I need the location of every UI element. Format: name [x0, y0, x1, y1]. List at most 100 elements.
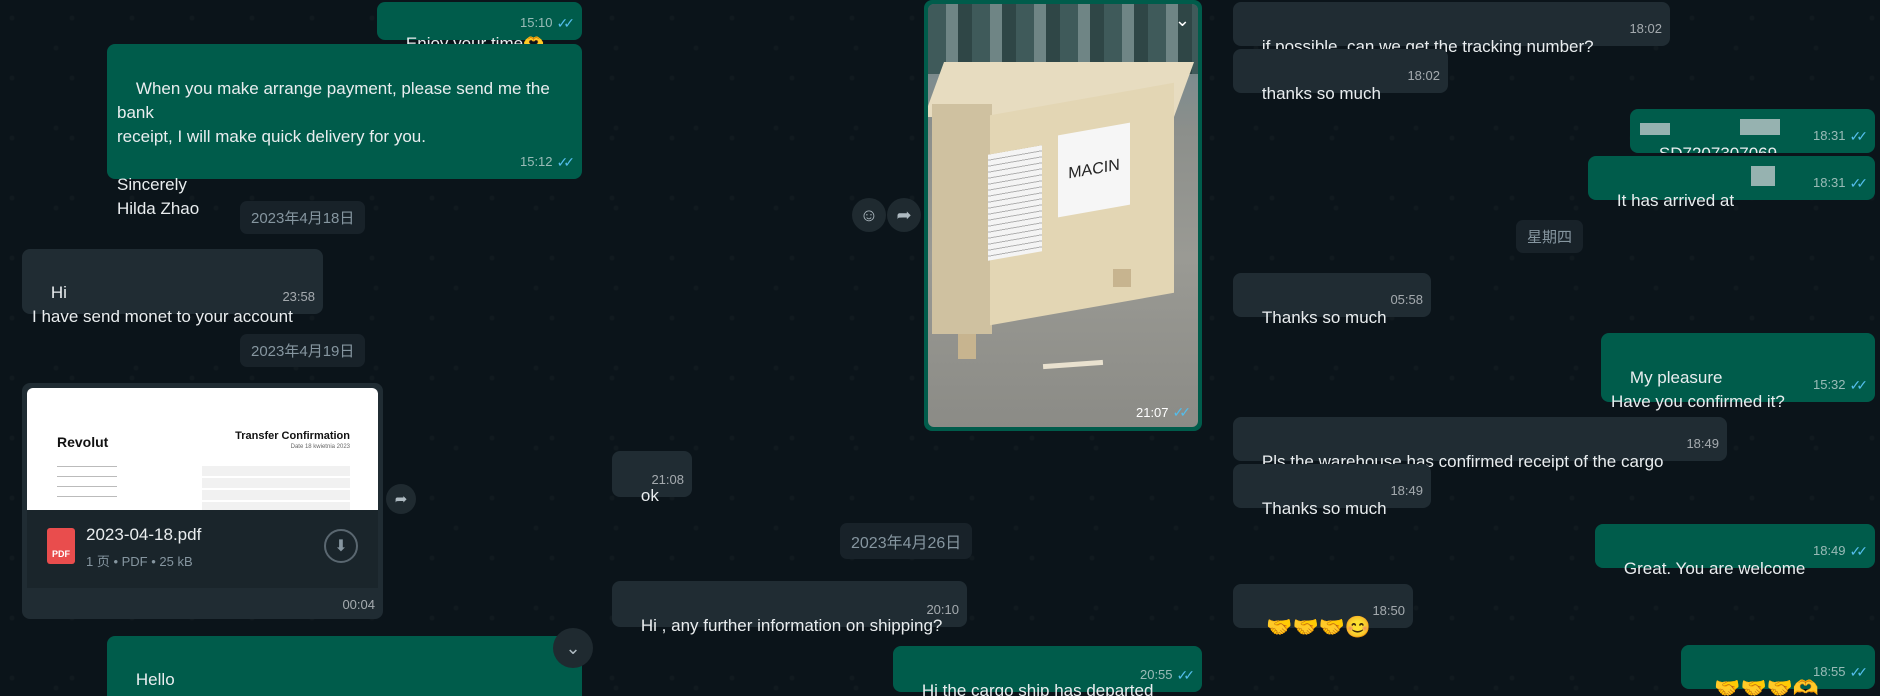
message-text: 🤝🤝🤝🫶: [1714, 677, 1819, 696]
double-check-icon: ✓✓: [556, 15, 576, 31]
message-time: 20:10: [926, 602, 959, 617]
date-separator: 2023年4月19日: [240, 334, 366, 367]
document-details: 1 页 • PDF • 25 kB: [86, 554, 193, 569]
message-time: 18:49: [1390, 483, 1423, 498]
crate-foot: [1113, 269, 1131, 287]
scroll-down-button[interactable]: ⌄: [553, 628, 593, 668]
message-text: Thanks so much: [1261, 499, 1387, 518]
message-arrived[interactable]: It has arrived at 18:31 ✓✓: [1588, 156, 1875, 210]
crate-foot: [958, 334, 976, 359]
message-meta: 18:55 ✓✓: [1813, 660, 1869, 684]
date-separator: 星期四: [1516, 220, 1584, 253]
message-time: 21:07: [1135, 405, 1169, 420]
message-time: 18:50: [1372, 603, 1405, 618]
image-message[interactable]: MACIN ⌄ 21:07 ✓✓: [924, 0, 1202, 431]
message-time: 18:49: [1812, 543, 1846, 558]
date-separator: 2023年4月18日: [240, 201, 366, 234]
message-text: When you make arrange payment, please se…: [117, 79, 550, 218]
chat-panel-3: if possible, can we get the tracking num…: [1215, 0, 1880, 696]
message-meta: 15:32 ✓✓: [1813, 373, 1869, 397]
message-text: It has arrived at: [1616, 191, 1735, 210]
emoji-icon[interactable]: ☺: [852, 198, 886, 232]
message-meta: 18:49: [1686, 432, 1719, 456]
document-info: PDF 2023-04-18.pdf 1 页 • PDF • 25 kB ⬇: [27, 510, 378, 588]
message-thanks-1[interactable]: thanks so much 18:02: [1233, 49, 1448, 103]
message-tracking[interactable]: if possible, can we get the tracking num…: [1233, 2, 1670, 56]
message-time: 00:04: [342, 597, 375, 612]
message-welcome[interactable]: Great. You are welcome 18:49 ✓✓: [1595, 524, 1875, 578]
forward-icon[interactable]: ➦: [386, 484, 416, 514]
message-meta: 05:58: [1390, 288, 1423, 312]
message-time: 18:31: [1812, 128, 1846, 143]
document-time: 00:04: [342, 597, 375, 612]
photo-crate[interactable]: MACIN ⌄ 21:07 ✓✓: [928, 4, 1198, 427]
message-text: 🤝🤝🤝😊: [1266, 616, 1371, 639]
crate-document: [988, 145, 1042, 261]
message-text: thanks so much: [1261, 84, 1381, 103]
message-hi[interactable]: Hi I have send monet to your account 23:…: [22, 249, 323, 326]
document-message[interactable]: Revolut Transfer Confirmation Date 18 kw…: [22, 383, 383, 619]
message-thanks-2[interactable]: Thanks so much 05:58: [1233, 273, 1431, 327]
message-emoji-out[interactable]: 🤝🤝🤝🫶 18:55 ✓✓: [1681, 645, 1875, 696]
chevron-down-icon: ⌄: [565, 637, 581, 658]
double-check-icon: ✓✓: [1849, 377, 1869, 393]
message-meta: 20:55 ✓✓: [1139, 663, 1196, 687]
message-thanks-3[interactable]: Thanks so much 18:49: [1233, 464, 1431, 518]
message-text: Great. You are welcome: [1623, 559, 1806, 578]
message-shipping[interactable]: Hi , any further information on shipping…: [612, 581, 967, 635]
message-meta: 23:58: [282, 285, 315, 309]
message-warehouse[interactable]: Pls the warehouse has confirmed receipt …: [1233, 417, 1727, 471]
message-text: Thanks so much: [1261, 308, 1387, 327]
message-departed[interactable]: Hi the cargo ship has departed 20:55 ✓✓: [893, 646, 1202, 696]
crate-label: MACIN: [1058, 122, 1130, 218]
document-table: [202, 466, 350, 510]
message-code[interactable]: SD7207307069 18:31 ✓✓: [1630, 109, 1875, 153]
double-check-icon: ✓✓: [1849, 664, 1869, 680]
message-pleasure[interactable]: My pleasure Have you confirmed it? 15:32…: [1601, 333, 1875, 411]
chat-panel-2: ☺ ➦ MACIN ⌄ 21:07 ✓✓ ok 21:08 2023年4月26日…: [600, 0, 1215, 696]
message-text: Hello Thank you.: [117, 670, 201, 696]
message-text: Hi I have send monet to your account: [32, 283, 293, 326]
message-ok[interactable]: ok 21:08: [612, 451, 692, 505]
redaction-mark: [1640, 123, 1670, 135]
document-filename: 2023-04-18.pdf: [86, 525, 202, 544]
document-preview[interactable]: Revolut Transfer Confirmation Date 18 kw…: [27, 388, 378, 510]
message-payment[interactable]: When you make arrange payment, please se…: [107, 44, 582, 218]
message-time: 15:12: [519, 154, 553, 169]
date-separator: 2023年4月26日: [840, 523, 973, 559]
document-title: Transfer Confirmation: [235, 430, 350, 442]
message-hello[interactable]: Hello Thank you.: [107, 636, 582, 696]
message-meta: 15:12 ✓✓: [519, 150, 575, 174]
download-icon[interactable]: ⬇: [324, 529, 358, 563]
message-text: My pleasure Have you confirmed it?: [1611, 368, 1785, 411]
forward-icon[interactable]: ➦: [887, 198, 921, 232]
message-meta: 15:10 ✓✓: [520, 11, 576, 35]
double-check-icon: ✓✓: [1849, 128, 1869, 144]
message-enjoy[interactable]: Enjoy your time🫶 15:10 ✓✓: [377, 2, 582, 53]
document-subtitle: Date 18 kwietnia 2023: [290, 444, 350, 450]
message-text: Hi the cargo ship has departed: [921, 681, 1154, 696]
message-time: 20:55: [1139, 667, 1173, 682]
message-emoji-in[interactable]: 🤝🤝🤝😊 18:50: [1233, 584, 1413, 639]
message-time: 18:02: [1407, 68, 1440, 83]
double-check-icon: ✓✓: [1172, 404, 1192, 420]
double-check-icon: ✓✓: [1176, 667, 1196, 683]
message-meta: 21:08: [651, 468, 684, 492]
message-time: 18:49: [1686, 436, 1719, 451]
document-lines: [57, 460, 117, 506]
message-text: SD7207307069: [1659, 144, 1777, 153]
chat-panel-1: Enjoy your time🫶 15:10 ✓✓ When you make …: [0, 0, 600, 696]
photo-meta: 21:07 ✓✓: [1135, 404, 1192, 421]
message-meta: 18:49: [1390, 479, 1423, 503]
message-text: Hi , any further information on shipping…: [640, 616, 943, 635]
message-time: 18:02: [1629, 21, 1662, 36]
message-time: 21:08: [651, 472, 684, 487]
message-time: 05:58: [1390, 292, 1423, 307]
message-time: 18:31: [1812, 175, 1846, 190]
document-brand: Revolut: [57, 434, 109, 450]
chevron-down-icon[interactable]: ⌄: [1175, 10, 1190, 31]
pdf-badge: PDF: [52, 549, 70, 559]
redaction-mark: [1751, 166, 1775, 186]
double-check-icon: ✓✓: [1849, 175, 1869, 191]
message-meta: 18:31 ✓✓: [1812, 171, 1869, 195]
